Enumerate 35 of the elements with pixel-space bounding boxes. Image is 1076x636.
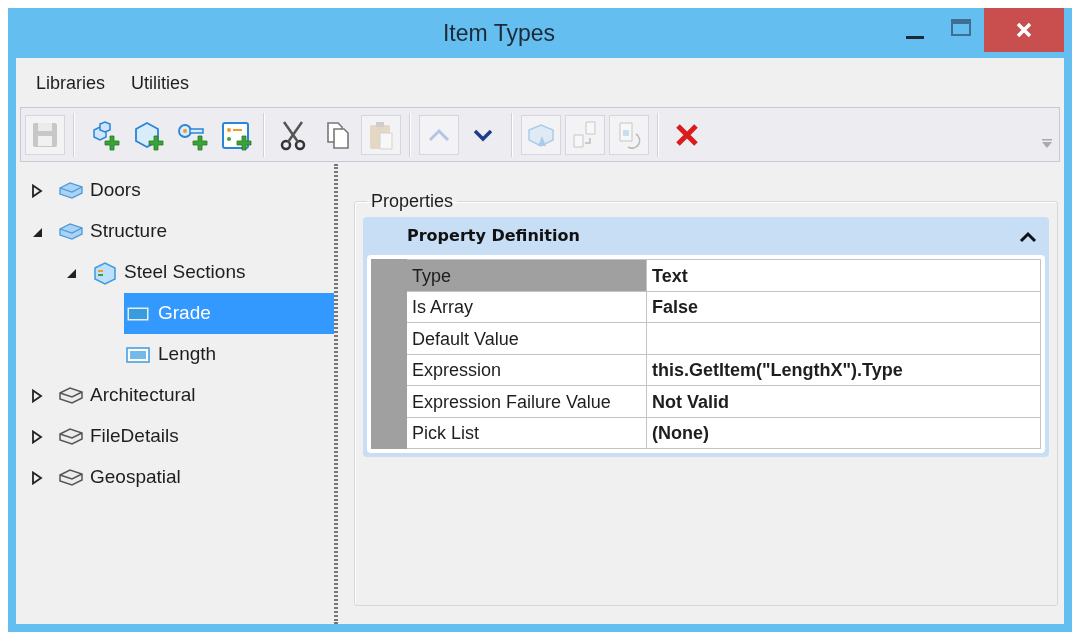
group-title: Properties (370, 190, 455, 213)
property-value[interactable]: Text (646, 259, 1041, 292)
property-name[interactable]: Type (406, 259, 647, 292)
property-value[interactable]: (None) (646, 417, 1041, 449)
window-title: Item Types (441, 18, 557, 48)
menu-item[interactable]: Utilities (121, 66, 200, 101)
expander[interactable] (30, 429, 44, 444)
expander[interactable] (30, 470, 44, 485)
close-icon (1015, 21, 1033, 39)
property-value[interactable]: this.GetItem("LengthX").Type (646, 354, 1041, 386)
tree-item[interactable]: Steel Sections (90, 252, 334, 293)
property-name[interactable]: Is Array (406, 291, 647, 323)
menu-item[interactable]: Libraries (26, 66, 116, 101)
tree-item[interactable]: Structure (56, 211, 334, 252)
property-value[interactable]: Not Valid (646, 385, 1041, 418)
tree-item[interactable]: Length (124, 334, 334, 375)
tree-item[interactable]: Geospatial (56, 457, 334, 498)
cube-icon (92, 260, 118, 285)
collapse-icon (1019, 229, 1037, 244)
maximize-icon (950, 17, 972, 39)
expander[interactable] (30, 183, 44, 198)
property-value[interactable]: False (646, 291, 1041, 323)
tree-item[interactable]: Architectural (56, 375, 334, 416)
property-name[interactable]: Pick List (406, 417, 647, 449)
expander[interactable] (30, 388, 44, 403)
tree-item[interactable]: Doors (56, 170, 334, 211)
tree-item[interactable]: FileDetails (56, 416, 334, 457)
property-name[interactable]: Expression Failure Value (406, 385, 647, 418)
section-title: Property Definition (407, 225, 580, 248)
minimize-icon (906, 35, 924, 39)
property-name[interactable]: Default Value (406, 322, 647, 355)
property-name[interactable]: Expression (406, 354, 647, 386)
collapse-button[interactable] (1019, 229, 1037, 244)
splitter[interactable] (334, 164, 338, 624)
close-button[interactable] (984, 8, 1064, 52)
